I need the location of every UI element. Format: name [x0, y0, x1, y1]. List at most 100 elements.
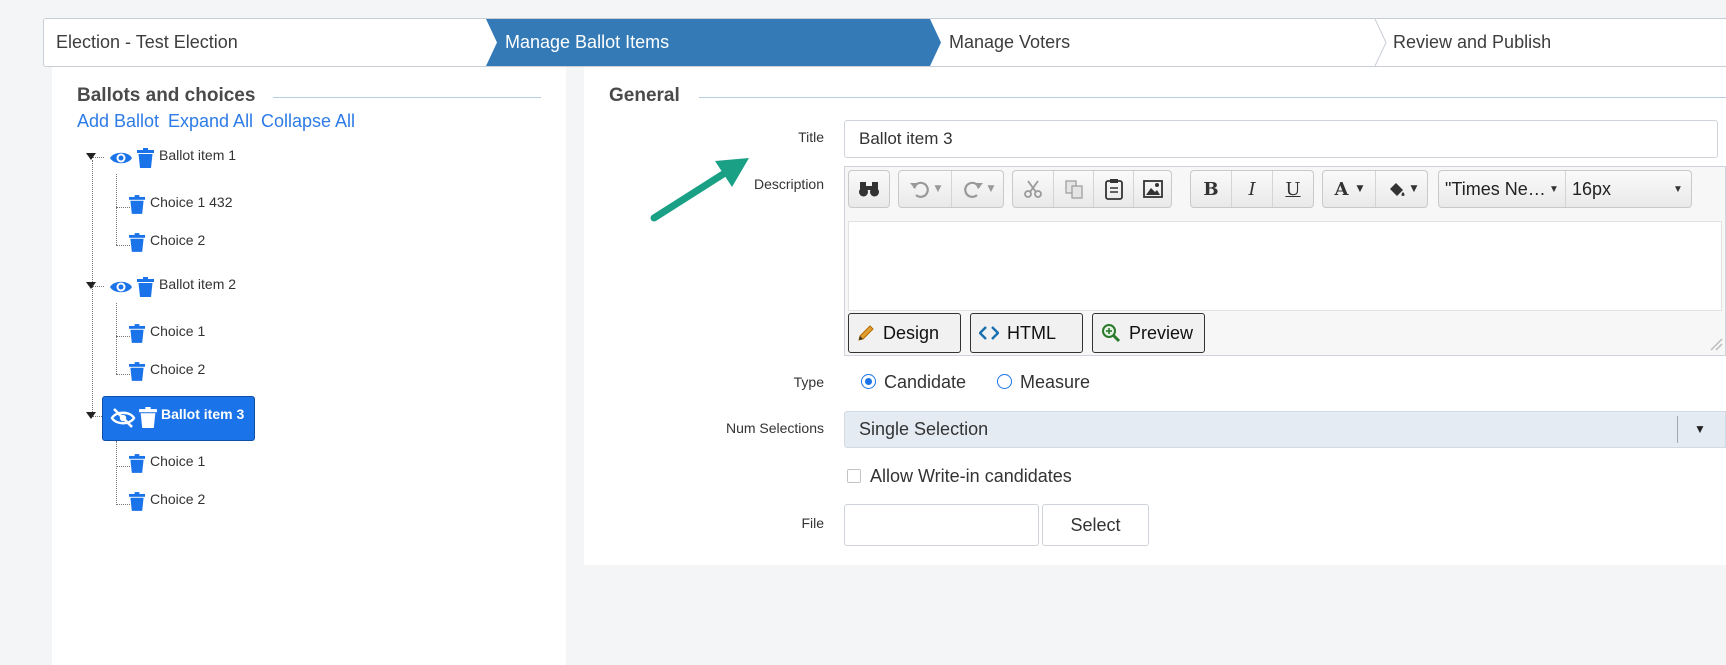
general-rule — [699, 97, 1726, 98]
tree-connector — [116, 245, 130, 246]
type-candidate-radio[interactable] — [861, 374, 876, 389]
font-size-value: 16px — [1572, 179, 1612, 199]
editor-content-area[interactable] — [848, 221, 1722, 311]
font-color-label: A — [1334, 178, 1349, 200]
design-mode-button[interactable]: Design — [848, 313, 961, 353]
chevron-down-icon: ▼ — [1549, 184, 1559, 195]
step-election[interactable]: Election - Test Election — [44, 19, 238, 66]
preview-mode-button[interactable]: Preview — [1092, 313, 1205, 353]
choice-label[interactable]: Choice 1 — [150, 453, 205, 469]
trash-icon[interactable] — [129, 195, 145, 214]
choice-label[interactable]: Choice 2 — [150, 491, 205, 507]
zoom-icon — [1102, 324, 1121, 343]
step-review-and-publish-label: Review and Publish — [1393, 32, 1552, 52]
ballot-3-toggle[interactable] — [86, 412, 96, 419]
file-select-button[interactable]: Select — [1042, 504, 1149, 546]
resize-handle-icon[interactable] — [1709, 337, 1723, 351]
insert-image-button[interactable] — [1134, 171, 1172, 207]
redo-button[interactable]: ▼ — [952, 171, 1004, 207]
binoculars-icon — [859, 182, 879, 197]
file-input[interactable] — [844, 504, 1039, 546]
undo-icon — [909, 181, 929, 198]
tree-connector — [116, 374, 130, 375]
ballot-2-toggle[interactable] — [86, 282, 96, 289]
trash-icon[interactable] — [129, 362, 145, 381]
type-measure-radio[interactable] — [997, 374, 1012, 389]
trash-icon[interactable] — [137, 148, 154, 168]
trash-icon[interactable] — [139, 407, 157, 428]
choice-label[interactable]: Choice 1 432 — [150, 194, 233, 210]
tree-connector — [116, 466, 130, 467]
eye-slash-icon[interactable] — [110, 407, 136, 429]
eye-icon[interactable] — [109, 278, 133, 296]
step-manage-voters[interactable]: Manage Voters — [937, 19, 1070, 66]
write-in-label[interactable]: Allow Write-in candidates — [870, 466, 1072, 487]
wizard-steps: Election - Test Election Manage Ballot I… — [43, 18, 1726, 67]
rich-text-editor: ▼ ▼ B I U A ▼ ▼ "Times Ne… ▼ 16px ▼ Desi… — [844, 166, 1726, 356]
paste-button[interactable] — [1094, 171, 1133, 207]
code-icon — [979, 326, 999, 340]
choice-label[interactable]: Choice 2 — [150, 361, 205, 377]
trash-icon[interactable] — [129, 492, 145, 511]
file-label: File — [801, 515, 824, 531]
bold-button[interactable]: B — [1191, 171, 1231, 207]
type-label: Type — [793, 374, 824, 390]
ballot-2-label[interactable]: Ballot item 2 — [159, 276, 236, 292]
font-group: "Times Ne… ▼ 16px ▼ — [1438, 170, 1692, 208]
title-input[interactable] — [844, 120, 1718, 158]
history-group: ▼ ▼ — [898, 170, 1004, 208]
cut-button[interactable] — [1013, 171, 1053, 207]
pencil-icon — [858, 325, 874, 341]
step-manage-ballot-items[interactable]: Manage Ballot Items — [493, 19, 669, 66]
arrow-icon — [650, 158, 749, 222]
step-election-label: Election - Test Election — [56, 32, 238, 52]
format-group: B I U — [1190, 170, 1314, 208]
back-color-button[interactable]: ▼ — [1376, 171, 1428, 207]
step-review-and-publish[interactable]: Review and Publish — [1381, 19, 1551, 66]
find-button[interactable] — [849, 171, 889, 207]
ballot-1-toggle[interactable] — [86, 153, 96, 160]
trash-icon[interactable] — [129, 454, 145, 473]
trash-icon[interactable] — [129, 324, 145, 343]
eye-icon[interactable] — [109, 149, 133, 167]
design-mode-label: Design — [883, 322, 940, 343]
fill-icon — [1389, 183, 1405, 196]
scissors-icon — [1024, 180, 1042, 198]
font-name-select[interactable]: "Times Ne… — [1439, 171, 1565, 207]
num-selections-label: Num Selections — [725, 420, 824, 436]
trash-icon[interactable] — [137, 277, 154, 297]
collapse-all-link[interactable]: Collapse All — [261, 111, 355, 132]
chevron-down-icon: ▼ — [1694, 422, 1706, 436]
ballots-panel-title: Ballots and choices — [77, 85, 256, 106]
step-manage-voters-label: Manage Voters — [949, 32, 1071, 52]
write-in-checkbox[interactable] — [847, 469, 861, 483]
ballots-panel-rule — [273, 97, 541, 98]
expand-all-link[interactable]: Expand All — [168, 111, 253, 132]
undo-button[interactable]: ▼ — [899, 171, 951, 207]
image-icon — [1143, 180, 1163, 198]
choice-label[interactable]: Choice 1 — [150, 323, 205, 339]
add-ballot-link[interactable]: Add Ballot — [77, 111, 159, 132]
copy-icon — [1064, 180, 1083, 199]
html-mode-label: HTML — [1007, 322, 1056, 343]
copy-button[interactable] — [1054, 171, 1093, 207]
italic-button[interactable]: I — [1232, 171, 1272, 207]
find-group — [848, 170, 890, 208]
chevron-down-icon: ▼ — [1673, 184, 1683, 195]
font-color-button[interactable]: A ▼ — [1323, 171, 1375, 207]
trash-icon[interactable] — [129, 233, 145, 252]
type-candidate-label[interactable]: Candidate — [884, 372, 966, 393]
num-selections-dropdown[interactable]: Single Selection ▼ — [844, 411, 1726, 448]
ballot-1-label[interactable]: Ballot item 1 — [159, 147, 236, 163]
tree-branch-line — [116, 174, 117, 245]
html-mode-button[interactable]: HTML — [970, 313, 1083, 353]
general-title: General — [609, 85, 680, 106]
clipboard-icon — [1104, 179, 1123, 200]
ballot-3-label[interactable]: Ballot item 3 — [161, 406, 244, 422]
dropdown-divider — [1677, 416, 1678, 443]
tree-connector — [116, 207, 130, 208]
redo-icon — [963, 181, 983, 198]
underline-button[interactable]: U — [1273, 171, 1313, 207]
choice-label[interactable]: Choice 2 — [150, 232, 205, 248]
type-measure-label[interactable]: Measure — [1020, 372, 1090, 393]
